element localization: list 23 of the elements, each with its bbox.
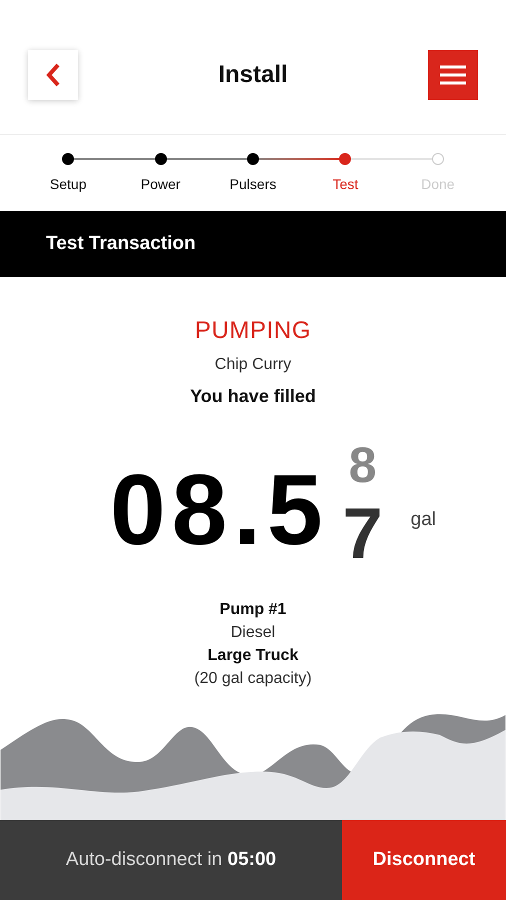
step-label[interactable]: Power [140, 174, 180, 195]
customer-name: Chip Curry [214, 355, 292, 376]
countdown-text: Auto-disconnect in 05:00 [66, 848, 276, 872]
status-text: PUMPING [194, 316, 312, 346]
back-button[interactable] [28, 50, 78, 100]
step-label[interactable]: Setup [50, 174, 86, 195]
vehicle-type: Large Truck [208, 646, 298, 666]
pump-name: Pump #1 [220, 600, 286, 620]
rolling-digit: 7 [342, 498, 383, 570]
menu-icon [440, 64, 466, 85]
menu-button[interactable] [428, 50, 478, 100]
disconnect-button[interactable]: Disconnect [342, 820, 506, 900]
unit-label: gal [410, 508, 436, 532]
section-title: Test Transaction [46, 232, 196, 256]
step-label[interactable]: Pulsers [230, 174, 276, 195]
rolling-digit: 8 [348, 440, 377, 490]
step-label[interactable]: Test [332, 174, 358, 195]
fuel-type: Diesel [230, 623, 276, 644]
page-title: Install [218, 60, 288, 90]
volume-reading: 08.5 [110, 460, 329, 560]
back-icon [45, 62, 61, 87]
filled-label: You have filled [190, 385, 316, 408]
capacity-text: (20 gal capacity) [194, 669, 312, 690]
